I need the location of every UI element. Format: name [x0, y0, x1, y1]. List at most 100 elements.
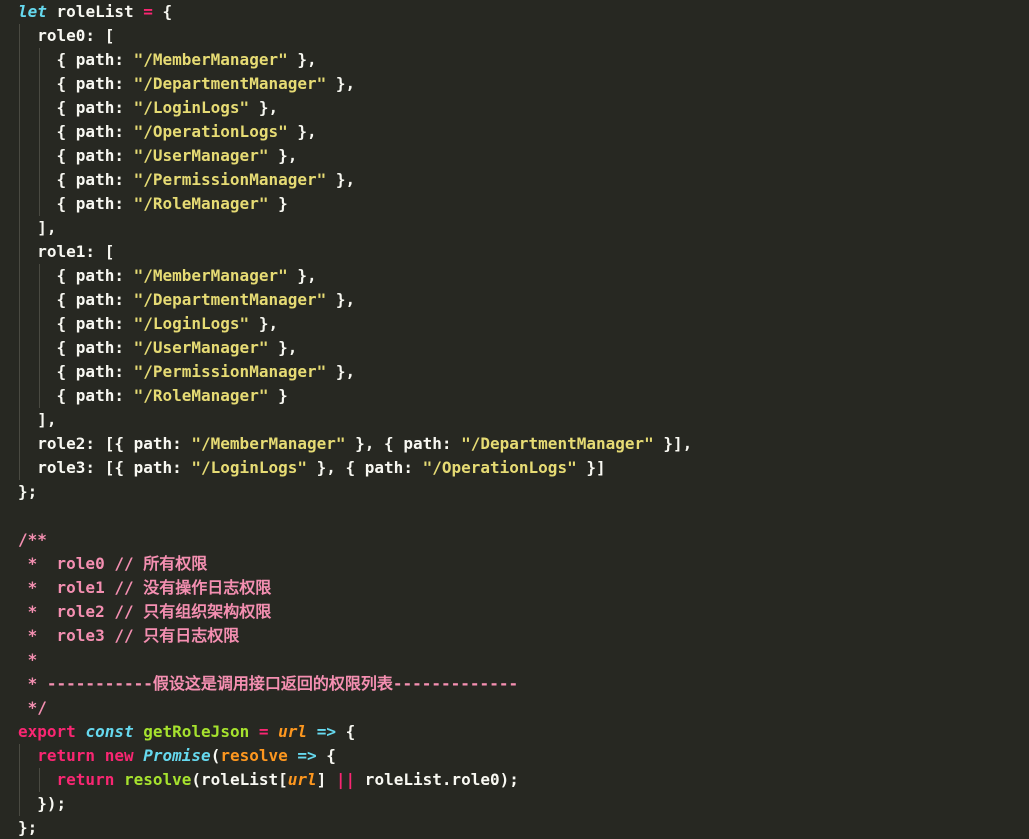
- code-token-text: (: [210, 746, 221, 765]
- code-line[interactable]: return new Promise(resolve => {: [18, 744, 336, 768]
- code-token-text: },: [326, 170, 356, 189]
- code-line[interactable]: { path: "/MemberManager" },: [18, 264, 317, 288]
- code-token-text: },: [249, 314, 279, 333]
- code-token-keyword: ||: [335, 770, 356, 789]
- code-token-keyword: =: [143, 2, 153, 21]
- code-line[interactable]: { path: "/PermissionManager" },: [18, 360, 356, 384]
- code-line[interactable]: return resolve(roleList[url] || roleList…: [18, 768, 519, 792]
- code-line[interactable]: *: [18, 648, 38, 672]
- code-line[interactable]: */: [18, 696, 47, 720]
- code-token-string: "/RoleManager": [133, 386, 269, 405]
- code-token-string: "/MemberManager": [133, 266, 288, 285]
- code-token-string: "/OperationLogs": [422, 458, 577, 477]
- code-token-comment: * role2 // 只有组织架构权限: [18, 602, 272, 621]
- code-token-text: ],: [18, 218, 57, 237]
- code-token-text: };: [18, 482, 38, 501]
- code-token-parameter-italic: url: [278, 722, 308, 741]
- code-token-text: { path:: [18, 98, 134, 117]
- code-token-text: { path:: [18, 146, 134, 165]
- code-line[interactable]: { path: "/MemberManager" },: [18, 48, 317, 72]
- code-token-comment: *: [18, 650, 38, 669]
- code-token-storage: =>: [297, 746, 317, 765]
- code-token-string: "/OperationLogs": [133, 122, 288, 141]
- code-line[interactable]: role0: [: [18, 24, 114, 48]
- code-token-comment: /**: [18, 530, 47, 549]
- code-token-text: },: [268, 146, 298, 165]
- code-line[interactable]: { path: "/DepartmentManager" },: [18, 72, 356, 96]
- code-line[interactable]: { path: "/UserManager" },: [18, 336, 298, 360]
- code-line[interactable]: ],: [18, 408, 57, 432]
- code-token-text: { path:: [18, 50, 134, 69]
- code-token-string: "/DepartmentManager": [133, 74, 327, 93]
- code-line[interactable]: /**: [18, 528, 47, 552]
- code-token-text: };: [18, 818, 38, 837]
- code-token-text: },: [326, 74, 356, 93]
- code-token-function: resolve: [123, 770, 192, 789]
- code-token-string: "/LoginLogs": [191, 458, 307, 477]
- code-token-comment: * role0 // 所有权限: [18, 554, 208, 573]
- code-token-text: }: [268, 194, 288, 213]
- code-line[interactable]: { path: "/OperationLogs" },: [18, 120, 317, 144]
- code-token-text: ],: [18, 410, 57, 429]
- code-token-storage-italic: let: [18, 2, 47, 21]
- code-token-text: },: [249, 98, 279, 117]
- code-token-string: "/MemberManager": [133, 50, 288, 69]
- code-line[interactable]: { path: "/LoginLogs" },: [18, 96, 279, 120]
- code-token-parameter-italic: url: [287, 770, 317, 789]
- code-token-text: {: [316, 746, 336, 765]
- code-token-text: role3: [{ path:: [18, 458, 192, 477]
- code-line[interactable]: { path: "/PermissionManager" },: [18, 168, 356, 192]
- code-token-text: (roleList[: [191, 770, 288, 789]
- code-token-text: { path:: [18, 362, 134, 381]
- code-line[interactable]: * role0 // 所有权限: [18, 552, 208, 576]
- code-line[interactable]: ],: [18, 216, 57, 240]
- code-token-text: }]: [576, 458, 606, 477]
- code-token-text: ]: [316, 770, 336, 789]
- code-line[interactable]: { path: "/RoleManager" }: [18, 192, 288, 216]
- code-token-text: roleList.role0);: [355, 770, 519, 789]
- code-line[interactable]: { path: "/DepartmentManager" },: [18, 288, 356, 312]
- code-token-text: { path:: [18, 338, 134, 357]
- code-token-keyword: =: [258, 722, 269, 741]
- code-line[interactable]: * role1 // 没有操作日志权限: [18, 576, 272, 600]
- code-token-keyword: new: [104, 746, 134, 765]
- code-line[interactable]: * role2 // 只有组织架构权限: [18, 600, 272, 624]
- code-token-text: }: [268, 386, 288, 405]
- code-line[interactable]: * -----------假设这是调用接口返回的权限列表------------…: [18, 672, 518, 696]
- code-token-text: },: [268, 338, 298, 357]
- code-line[interactable]: role2: [{ path: "/MemberManager" }, { pa…: [18, 432, 692, 456]
- code-token-text: },: [287, 50, 317, 69]
- code-token-text: { path:: [18, 290, 134, 309]
- code-token-comment: * -----------假设这是调用接口返回的权限列表------------…: [18, 674, 519, 693]
- code-line[interactable]: role3: [{ path: "/LoginLogs" }, { path: …: [18, 456, 606, 480]
- code-token-parameter: resolve: [220, 746, 288, 765]
- code-token-text: },: [287, 122, 317, 141]
- code-line[interactable]: let roleList = {: [18, 0, 172, 24]
- code-token-storage-italic: const: [85, 722, 134, 741]
- code-editor[interactable]: let roleList = { role0: [ { path: "/Memb…: [0, 0, 1029, 839]
- code-token-text: { path:: [18, 74, 134, 93]
- code-line[interactable]: { path: "/UserManager" },: [18, 144, 298, 168]
- code-token-function: getRoleJson: [143, 722, 250, 741]
- code-line[interactable]: { path: "/LoginLogs" },: [18, 312, 279, 336]
- code-token-text: { path:: [18, 386, 134, 405]
- code-line[interactable]: };: [18, 480, 37, 504]
- code-line[interactable]: };: [18, 816, 37, 839]
- code-line[interactable]: });: [18, 792, 66, 816]
- code-token-storage-italic: Promise: [143, 746, 211, 765]
- code-line[interactable]: { path: "/RoleManager" }: [18, 384, 288, 408]
- code-line[interactable]: * role3 // 只有日志权限: [18, 624, 240, 648]
- code-token-string: "/PermissionManager": [133, 362, 327, 381]
- code-line[interactable]: export const getRoleJson = url => {: [18, 720, 355, 744]
- code-token-text: }, { path:: [345, 434, 462, 453]
- code-token-string: "/UserManager": [133, 338, 269, 357]
- code-line[interactable]: role1: [: [18, 240, 114, 264]
